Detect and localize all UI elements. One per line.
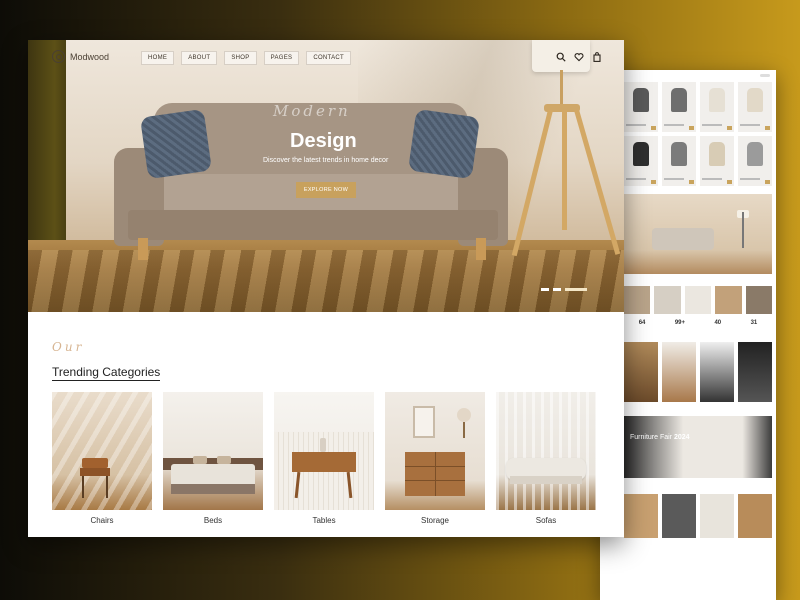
lamp-pole bbox=[742, 212, 744, 248]
secondary-page-preview: 64 99+ 40 31 Furniture Fair 2024 bbox=[600, 70, 776, 600]
category-thumb[interactable] bbox=[624, 286, 651, 314]
nav-about[interactable]: ABOUT bbox=[181, 51, 218, 65]
product-card[interactable] bbox=[700, 82, 734, 132]
floor-lamp-leg bbox=[562, 110, 567, 230]
product-thumb[interactable] bbox=[624, 494, 658, 538]
fair-title: Furniture Fair 2024 bbox=[630, 434, 690, 441]
sofa-base bbox=[128, 210, 498, 240]
nav-pages[interactable]: PAGES bbox=[263, 51, 300, 65]
view-all-pill[interactable] bbox=[760, 74, 770, 77]
heart-icon[interactable] bbox=[574, 52, 584, 62]
category-label: Chairs bbox=[90, 516, 114, 525]
product-grid bbox=[600, 80, 776, 186]
product-thumb[interactable] bbox=[662, 494, 696, 538]
carousel-dots bbox=[541, 288, 587, 291]
category-label: Storage bbox=[420, 516, 450, 525]
product-card[interactable] bbox=[662, 82, 696, 132]
main-page: Modwood HOME ABOUT SHOP PAGES CONTACT Mo… bbox=[28, 40, 624, 537]
sofas-image[interactable] bbox=[496, 392, 596, 510]
pillow-left bbox=[139, 108, 213, 180]
collection-card[interactable] bbox=[700, 342, 734, 402]
top-navbar: Modwood HOME ABOUT SHOP PAGES CONTACT bbox=[28, 40, 624, 74]
hero-title: Design bbox=[290, 130, 357, 152]
pillow-right bbox=[407, 108, 481, 180]
section-title: Trending Categories bbox=[52, 365, 161, 381]
nav-links: HOME ABOUT SHOP PAGES CONTACT bbox=[141, 51, 351, 65]
collection-grid bbox=[624, 342, 772, 402]
featured-banner[interactable] bbox=[624, 194, 772, 274]
brand-logo[interactable]: Modwood bbox=[52, 50, 109, 63]
collection-card[interactable] bbox=[662, 342, 696, 402]
cart-icon[interactable] bbox=[592, 52, 602, 62]
storage-image[interactable] bbox=[385, 392, 485, 510]
beds-image[interactable] bbox=[163, 392, 263, 510]
nav-icons bbox=[556, 52, 602, 62]
stat-value: 31 bbox=[750, 320, 758, 326]
carousel-dot[interactable] bbox=[541, 288, 549, 291]
stats-row: 64 99+ 40 31 bbox=[624, 320, 772, 326]
product-card[interactable] bbox=[738, 82, 772, 132]
category-card-tables[interactable]: Tables bbox=[274, 392, 374, 525]
category-card-sofas[interactable]: Sofas bbox=[496, 392, 596, 525]
sofa-leg bbox=[138, 238, 148, 260]
category-card-beds[interactable]: Beds bbox=[163, 392, 263, 525]
search-icon[interactable] bbox=[556, 52, 566, 62]
product-card[interactable] bbox=[738, 136, 772, 186]
product-card[interactable] bbox=[624, 136, 658, 186]
nav-home[interactable]: HOME bbox=[141, 51, 175, 65]
bottom-products bbox=[624, 494, 772, 538]
category-list: Chairs Beds Tables Storage Sofas bbox=[52, 392, 596, 525]
category-thumb[interactable] bbox=[745, 286, 773, 314]
stat-value: 99+ bbox=[674, 320, 686, 326]
category-thumb[interactable] bbox=[715, 286, 742, 314]
stat-value: 40 bbox=[714, 320, 722, 326]
category-thumb[interactable] bbox=[684, 286, 712, 314]
trending-products-heading bbox=[624, 73, 776, 78]
product-thumb[interactable] bbox=[700, 494, 734, 538]
category-card-storage[interactable]: Storage bbox=[385, 392, 485, 525]
floor-lamp-pole bbox=[560, 70, 563, 108]
category-label: Beds bbox=[203, 516, 223, 525]
product-card[interactable] bbox=[700, 136, 734, 186]
collection-card[interactable] bbox=[624, 342, 658, 402]
sofa-leg bbox=[476, 238, 486, 260]
carousel-dot-active[interactable] bbox=[565, 288, 587, 291]
nav-contact[interactable]: CONTACT bbox=[306, 51, 351, 65]
logo-icon bbox=[52, 50, 65, 63]
category-thumb[interactable] bbox=[654, 286, 681, 314]
sofa-image bbox=[652, 228, 714, 250]
category-label: Tables bbox=[312, 516, 336, 525]
chairs-image[interactable] bbox=[52, 392, 152, 510]
collection-card[interactable] bbox=[738, 342, 772, 402]
category-thumbs bbox=[624, 286, 773, 314]
section-script: Our bbox=[52, 340, 85, 354]
product-card[interactable] bbox=[662, 136, 696, 186]
floor-shadow bbox=[28, 250, 624, 312]
carousel-dot[interactable] bbox=[553, 288, 561, 291]
brand-name: Modwood bbox=[70, 51, 110, 62]
product-thumb[interactable] bbox=[738, 494, 772, 538]
category-label: Sofas bbox=[535, 516, 557, 525]
hero-subtitle: Discover the latest trends in home decor bbox=[263, 157, 389, 164]
category-card-chairs[interactable]: Chairs bbox=[52, 392, 152, 525]
product-card[interactable] bbox=[624, 82, 658, 132]
fair-year: 2024 bbox=[673, 434, 690, 441]
tables-image[interactable] bbox=[274, 392, 374, 510]
explore-now-button[interactable]: EXPLORE NOW bbox=[296, 182, 356, 198]
hero-script-text: Modern bbox=[273, 102, 351, 120]
stat-value: 64 bbox=[638, 320, 646, 326]
fair-banner[interactable]: Furniture Fair 2024 bbox=[624, 416, 772, 478]
nav-shop[interactable]: SHOP bbox=[224, 51, 257, 65]
hero-section: Modwood HOME ABOUT SHOP PAGES CONTACT Mo… bbox=[28, 40, 624, 312]
